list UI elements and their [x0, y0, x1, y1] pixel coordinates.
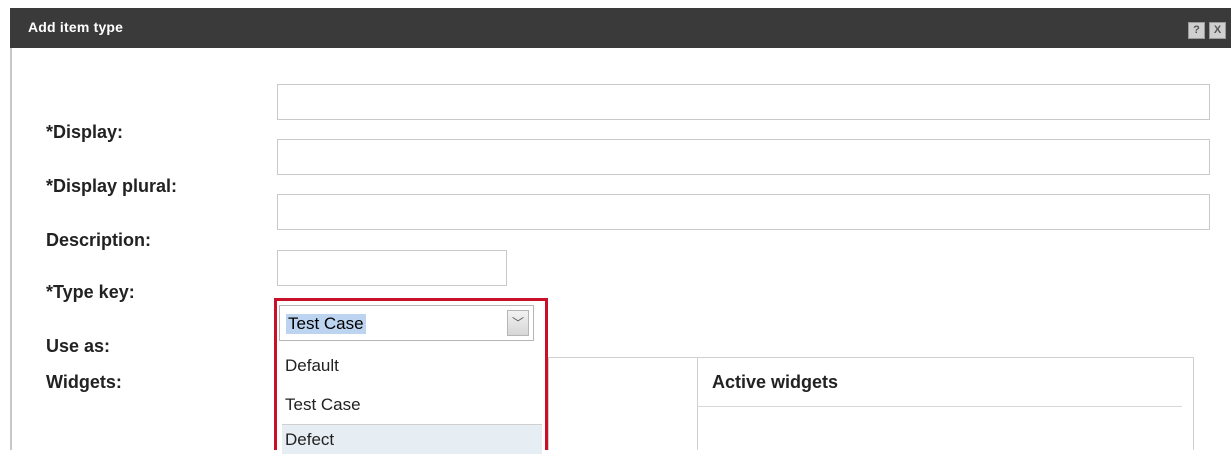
use-as-selected-value: Test Case: [286, 314, 366, 334]
type-key-label: *Type key:: [46, 282, 135, 302]
close-icon[interactable]: X: [1209, 22, 1226, 39]
widgets-panel: [548, 357, 1194, 450]
display-plural-label: *Display plural:: [46, 176, 178, 196]
display-input[interactable]: [277, 84, 1210, 120]
display-plural-input[interactable]: [277, 139, 1210, 175]
type-key-input[interactable]: [277, 250, 507, 286]
description-label: Description:: [46, 230, 152, 250]
widgets-label: Widgets:: [46, 372, 122, 392]
help-icon[interactable]: ?: [1188, 22, 1205, 39]
display-label: *Display:: [46, 122, 124, 142]
widgets-divider: [697, 357, 698, 450]
active-widgets-header: Active widgets: [712, 372, 839, 392]
dialog-titlebar: Add item type ? X: [10, 8, 1231, 48]
dialog-title: Add item type: [28, 19, 124, 35]
active-widgets-header-divider: [698, 406, 1182, 407]
description-input[interactable]: [277, 194, 1210, 230]
chevron-down-icon[interactable]: ﹀: [507, 310, 529, 336]
use-as-label: Use as:: [46, 336, 111, 356]
use-as-option-test-case[interactable]: Test Case: [282, 390, 542, 420]
use-as-dropdown-highlight: Test Case ﹀ Default Test Case Defect: [274, 298, 548, 454]
use-as-option-default[interactable]: Default: [282, 351, 542, 381]
use-as-select[interactable]: Test Case ﹀: [279, 305, 534, 341]
